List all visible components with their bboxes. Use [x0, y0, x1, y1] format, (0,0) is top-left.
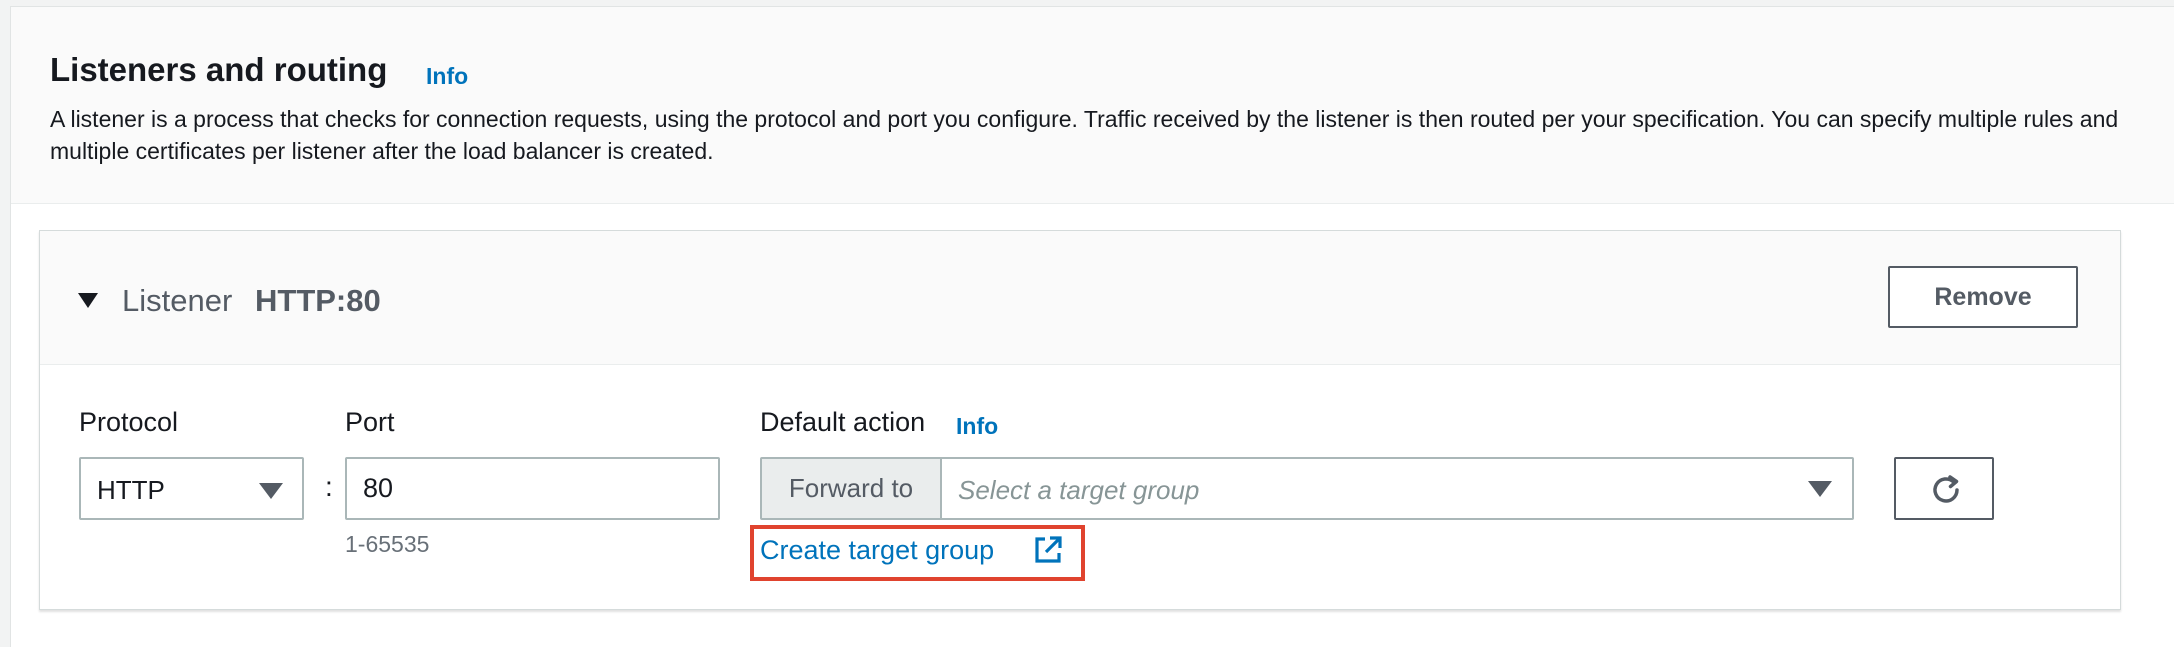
create-target-group-link[interactable]: Create target group	[760, 535, 994, 566]
refresh-button[interactable]	[1894, 457, 1994, 520]
triangle-down-icon	[1808, 481, 1832, 497]
port-hint: 1-65535	[345, 531, 430, 557]
listener-label: Listener	[122, 283, 233, 318]
external-link-icon[interactable]	[1033, 535, 1063, 565]
listener-header[interactable]: Listener HTTP:80 Remove	[40, 231, 2120, 365]
listener-name: HTTP:80	[255, 283, 381, 318]
port-input[interactable]	[345, 457, 720, 520]
section-description: A listener is a process that checks for …	[50, 106, 2119, 164]
protocol-value: HTTP	[97, 475, 165, 505]
protocol-select[interactable]: HTTP	[79, 457, 304, 520]
target-group-select[interactable]: Select a target group	[942, 459, 1852, 518]
port-label: Port	[345, 407, 395, 437]
protocol-port-separator: :	[325, 471, 333, 502]
caret-down-icon[interactable]	[78, 293, 98, 308]
default-action-label: Default action	[760, 407, 926, 437]
listener-card: Listener HTTP:80 Remove Protocol HTTP : …	[39, 230, 2121, 610]
remove-button[interactable]: Remove	[1888, 266, 2078, 328]
triangle-down-icon	[259, 483, 283, 499]
refresh-icon	[1933, 475, 1959, 503]
panel-header: Listeners and routing Info A listener is…	[11, 7, 2174, 204]
default-action-info-link[interactable]: Info	[956, 413, 998, 440]
target-group-placeholder: Select a target group	[958, 475, 1200, 505]
title-info-link[interactable]: Info	[426, 63, 468, 90]
protocol-label: Protocol	[79, 407, 179, 437]
forward-to-prefix: Forward to	[762, 459, 942, 518]
section-title: Listeners and routing	[50, 51, 388, 88]
default-action-control: Forward to Select a target group	[760, 457, 1854, 520]
